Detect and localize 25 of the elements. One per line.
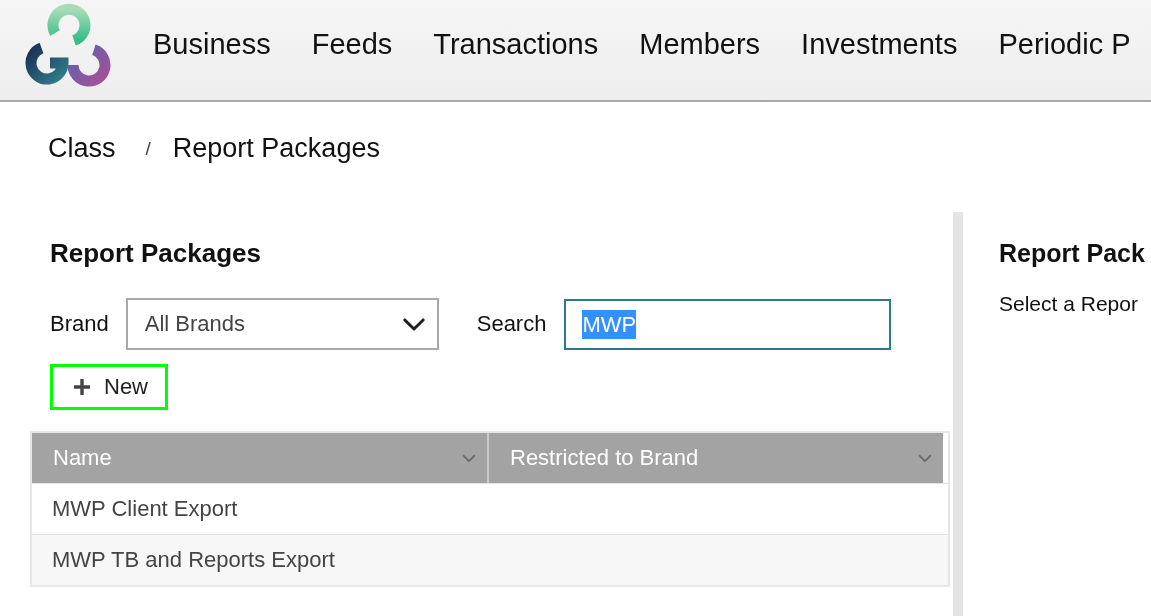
detail-heading: Report Pack (999, 239, 1146, 267)
nav-link[interactable]: Transactions (433, 30, 599, 59)
nav-link[interactable]: Feeds (311, 30, 393, 59)
detail-message: Select a Repor (999, 291, 1139, 317)
nav-link[interactable]: Periodic P (998, 30, 1131, 59)
panel-heading: Report Packages (50, 239, 261, 267)
brand-dropdown[interactable]: All Brands (125, 298, 439, 350)
breadcrumb-separator: / (145, 137, 151, 161)
breadcrumb-link[interactable]: Class (48, 135, 116, 162)
panel-splitter[interactable] (953, 212, 963, 616)
chevron-down-icon (402, 317, 425, 331)
table-cell-text: MWP TB and Reports Export (51, 547, 335, 573)
nav-link[interactable]: Investments (801, 30, 958, 59)
table-row[interactable]: MWP TB and Reports Export (32, 534, 948, 585)
breadcrumb-current: Report Packages (172, 135, 380, 162)
chevron-down-icon (918, 453, 932, 463)
chevron-down-icon (462, 453, 476, 463)
brand-label: Brand (50, 311, 109, 337)
nav-link[interactable]: Members (639, 30, 761, 59)
nav-link[interactable]: Business (153, 30, 271, 59)
plus-icon (74, 379, 90, 395)
search-label: Search (476, 311, 547, 337)
new-button[interactable]: New (50, 364, 168, 410)
table-cell-text: MWP Client Export (51, 496, 238, 522)
rings-logo-icon (25, 3, 111, 87)
